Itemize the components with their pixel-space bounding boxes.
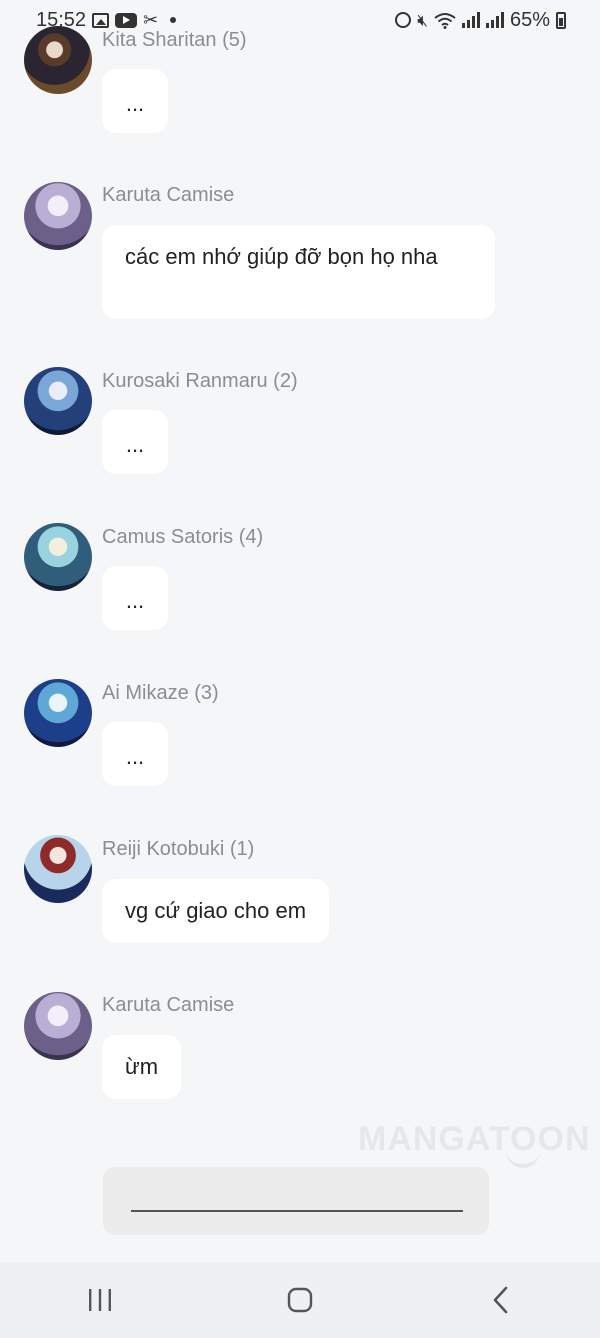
message-bubble[interactable]: ...: [102, 722, 168, 786]
message-bubble[interactable]: ...: [102, 69, 168, 133]
sender-name[interactable]: Karuta Camise: [102, 994, 234, 1017]
mangatoon-watermark: MANGATOON: [358, 1120, 591, 1158]
avatar[interactable]: [24, 182, 92, 250]
battery-percent: 65%: [509, 8, 550, 31]
gallery-icon: [92, 12, 110, 28]
avatar[interactable]: [24, 679, 92, 747]
status-bar: 15:52 ✂ 🔇︎ 65%: [0, 0, 600, 40]
notification-dot-icon: [170, 17, 177, 23]
clock: 15:52: [36, 8, 87, 31]
back-button[interactable]: [470, 1270, 530, 1330]
recent-apps-icon: [89, 1289, 111, 1311]
sender-name[interactable]: Reiji Kotobuki (1): [102, 838, 254, 861]
message-bubble[interactable]: ...: [102, 566, 168, 630]
back-icon: [493, 1286, 508, 1314]
youtube-icon: [115, 12, 138, 28]
avatar[interactable]: [24, 992, 92, 1060]
capcut-icon: ✂: [143, 10, 159, 30]
status-left: 15:52 ✂: [36, 8, 177, 32]
watermark-smile-icon: [506, 1150, 540, 1168]
signal-icon: [485, 12, 504, 28]
message-input[interactable]: [131, 1181, 451, 1204]
sender-name[interactable]: Ai Mikaze (3): [102, 682, 219, 705]
message-bubble[interactable]: ...: [102, 410, 168, 474]
wifi-icon: [434, 12, 456, 29]
status-right: 🔇︎ 65%: [395, 9, 566, 32]
navigation-bar: [0, 1262, 600, 1338]
home-button[interactable]: [270, 1270, 330, 1330]
avatar[interactable]: [24, 523, 92, 591]
sender-name[interactable]: Karuta Camise: [102, 184, 234, 207]
mute-icon: 🔇︎: [417, 10, 428, 30]
avatar[interactable]: [24, 835, 92, 903]
alarm-icon: [395, 12, 412, 28]
avatar[interactable]: [24, 367, 92, 435]
sender-name[interactable]: Camus Satoris (4): [102, 526, 263, 549]
recent-apps-button[interactable]: [70, 1270, 130, 1330]
message-bubble[interactable]: ừm: [102, 1035, 182, 1099]
message-input-box[interactable]: [103, 1167, 489, 1235]
message-bubble[interactable]: các em nhớ giúp đỡ bọn họ nha: [102, 225, 495, 319]
input-underline: [131, 1210, 463, 1212]
battery-icon: [556, 11, 566, 29]
message-bubble[interactable]: vg cứ giao cho em: [102, 879, 330, 943]
signal-icon: [461, 12, 480, 28]
sender-name[interactable]: Kurosaki Ranmaru (2): [102, 370, 298, 393]
home-icon: [287, 1287, 313, 1313]
